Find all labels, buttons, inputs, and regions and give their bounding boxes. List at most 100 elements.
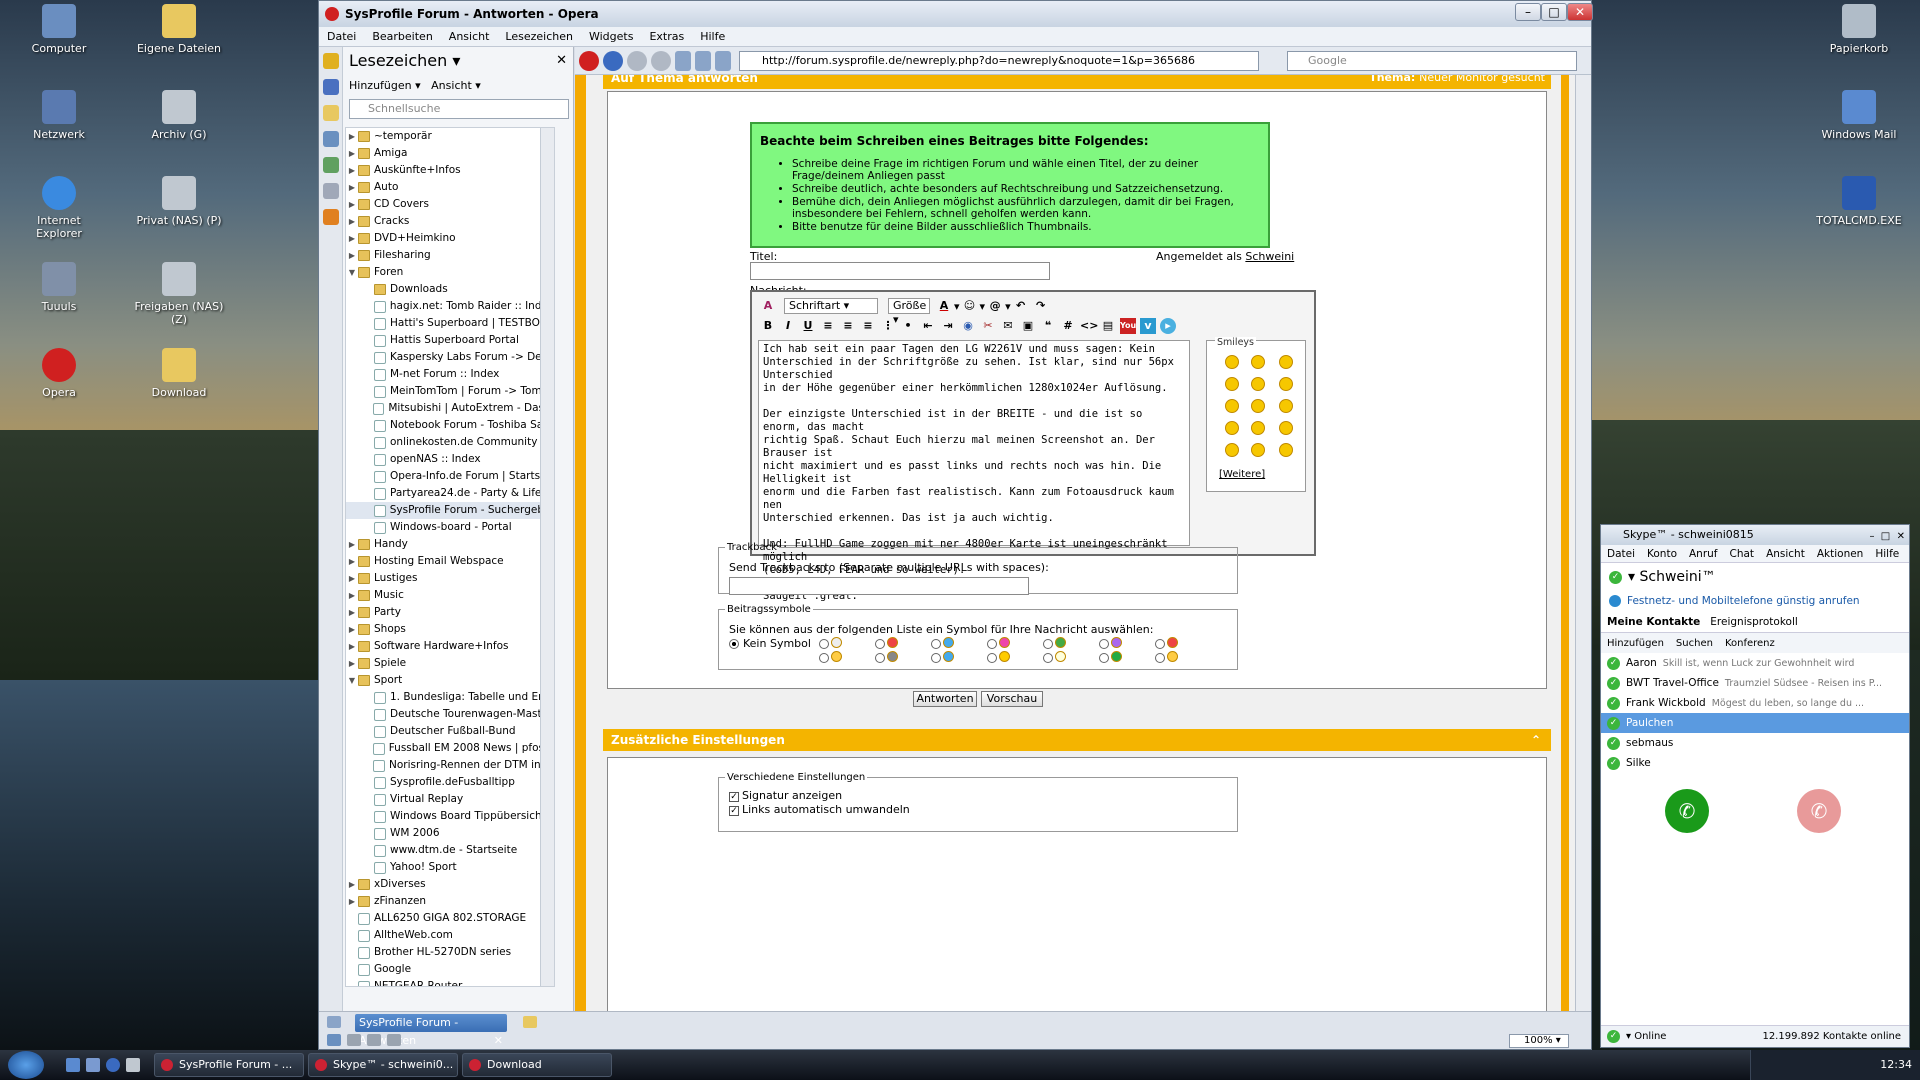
bookmark-item[interactable]: ▶ Auskünfte+Infos	[346, 162, 554, 179]
skype-menu-hilfe[interactable]: Hilfe	[1875, 545, 1899, 562]
skype-menu-chat[interactable]: Chat	[1730, 545, 1755, 562]
bookmark-item[interactable]: Yahoo! Sport	[346, 859, 554, 876]
status-text[interactable]: Online	[1634, 1031, 1666, 1042]
zoom-select[interactable]: 100% ▾	[1509, 1034, 1569, 1048]
bookmark-item[interactable]: Mitsubishi | AutoExtrem - Das...	[346, 400, 554, 417]
menu-hilfe[interactable]: Hilfe	[692, 30, 733, 43]
desktop-icon-windows-mail[interactable]: Windows Mail	[1814, 90, 1904, 141]
chevron-right-icon[interactable]: ▶	[346, 876, 358, 893]
desktop-icon-download[interactable]: Download	[134, 348, 224, 399]
search-field[interactable]: Google	[1287, 51, 1577, 71]
info-panel-icon[interactable]	[322, 209, 339, 225]
transfers-panel-icon[interactable]	[322, 131, 339, 147]
smiley-icon[interactable]: ☺	[962, 298, 978, 314]
contact-item[interactable]: ✓ Frank Wickbold Mögest du leben, so lange…	[1601, 693, 1909, 713]
desktop-icon-privat[interactable]: Privat (NAS) (P)	[134, 176, 224, 227]
skype-profile[interactable]: ✓ ▾ Schweini™	[1601, 563, 1909, 591]
tab-event-log[interactable]: Ereignisprotokoll	[1710, 616, 1798, 628]
tools-icon[interactable]	[347, 1034, 361, 1046]
email-icon[interactable]: ✉	[1000, 318, 1016, 334]
stop-icon[interactable]	[579, 51, 599, 71]
notes-panel-icon[interactable]	[322, 105, 339, 121]
bookmark-item[interactable]: ▶ Hosting Email Webspace	[346, 553, 554, 570]
bookmark-item[interactable]: 1. Bundesliga: Tabelle und Er...	[346, 689, 554, 706]
bookmark-item[interactable]: ▶ Auto	[346, 179, 554, 196]
taskbar-skype[interactable]: Skype™ - schweini0...	[308, 1053, 458, 1077]
printer-quicklaunch-icon[interactable]	[126, 1058, 140, 1072]
attach-icon[interactable]: @	[987, 298, 1003, 314]
bookmark-item[interactable]: ▶ Music	[346, 587, 554, 604]
desktop-icon-tuuuls[interactable]: Tuuuls	[14, 262, 104, 313]
bookmark-item[interactable]: Windows Board Tippübersicht	[346, 808, 554, 825]
smiley-icon[interactable]	[1279, 399, 1293, 413]
outdent-icon[interactable]: ⇤	[920, 318, 936, 334]
minimize-button[interactable]: –	[1515, 3, 1541, 21]
bookmark-item[interactable]: onlinekosten.de Community	[346, 434, 554, 451]
bookmark-item[interactable]: Fussball EM 2008 News | pfos...	[346, 740, 554, 757]
page-scrollbar[interactable]	[1575, 75, 1591, 1011]
post-icon-radio[interactable]	[1155, 653, 1165, 663]
unlink-icon[interactable]: ✂	[980, 318, 996, 334]
chevron-right-icon[interactable]: ▶	[346, 570, 358, 587]
extra-settings-header[interactable]: Zusätzliche Einstellungen ⌃	[603, 729, 1551, 751]
underline-icon[interactable]: U	[800, 318, 816, 334]
more-smileys-link[interactable]: [Weitere]	[1219, 469, 1265, 480]
signature-checkbox[interactable]: ✓	[729, 792, 739, 802]
skype-menu-datei[interactable]: Datei	[1607, 545, 1635, 562]
tab-contacts[interactable]: Meine Kontakte	[1607, 616, 1700, 628]
desktop-icon-archiv[interactable]: Archiv (G)	[134, 90, 224, 141]
skype-menu-anruf[interactable]: Anruf	[1689, 545, 1718, 562]
media-icon[interactable]: ▸	[1160, 318, 1176, 334]
close-panel-icon[interactable]: ✕	[556, 53, 567, 68]
bookmark-item[interactable]: Windows-board - Portal	[346, 519, 554, 536]
bookmark-item[interactable]: ▶ Software Hardware+Infos	[346, 638, 554, 655]
post-icon-radio[interactable]	[875, 639, 885, 649]
bookmark-item[interactable]: ▶ Cracks	[346, 213, 554, 230]
clock[interactable]: 12:34	[1880, 1058, 1912, 1071]
post-icon-radio-none[interactable]	[729, 639, 739, 649]
bookmark-scrollbar[interactable]	[540, 128, 554, 986]
skype-promo[interactable]: Festnetz- und Mobiltelefone günstig anru…	[1601, 591, 1909, 611]
bookmark-item[interactable]: ▶ Party	[346, 604, 554, 621]
widgets-panel-icon[interactable]	[322, 79, 339, 95]
menu-extras[interactable]: Extras	[641, 30, 692, 43]
align-right-icon[interactable]: ≡	[860, 318, 876, 334]
chevron-right-icon[interactable]: ▶	[346, 247, 358, 264]
post-icon-radio[interactable]	[1099, 639, 1109, 649]
links-checkbox[interactable]: ✓	[729, 806, 739, 816]
desktop-icon-totalcmd[interactable]: TOTALCMD.EXE	[1814, 176, 1904, 227]
call-button[interactable]: ✆	[1665, 789, 1709, 833]
add-bookmark-button[interactable]: Hinzufügen ▾	[349, 79, 421, 92]
smiley-icon[interactable]	[1251, 355, 1265, 369]
bookmark-item[interactable]: ▶ Shops	[346, 621, 554, 638]
address-bar[interactable]: http://forum.sysprofile.de/newreply.php?…	[739, 51, 1259, 71]
trash-tab-icon[interactable]	[523, 1016, 537, 1028]
image-icon[interactable]: ▣	[1020, 318, 1036, 334]
smiley-icon[interactable]	[1251, 399, 1265, 413]
ie-quicklaunch-icon[interactable]	[106, 1058, 120, 1072]
chevron-right-icon[interactable]: ▶	[346, 655, 358, 672]
bookmarks-panel-icon[interactable]	[322, 53, 339, 69]
home-icon[interactable]	[695, 51, 711, 71]
menu-bearbeiten[interactable]: Bearbeiten	[364, 30, 440, 43]
menu-widgets[interactable]: Widgets	[581, 30, 641, 43]
chevron-right-icon[interactable]: ▶	[346, 213, 358, 230]
font-color-icon[interactable]: A	[936, 298, 952, 314]
bookmark-item[interactable]: Deutscher Fußball-Bund	[346, 723, 554, 740]
skype-window-controls[interactable]: – □ ✕	[1869, 527, 1905, 547]
chevron-right-icon[interactable]: ▶	[346, 145, 358, 162]
bookmark-item[interactable]: ALL6250 GIGA 802.STORAGE	[346, 910, 554, 927]
html-icon[interactable]: <>	[1080, 318, 1098, 334]
fast-forward-icon[interactable]	[651, 51, 671, 71]
bookmark-item[interactable]: WM 2006	[346, 825, 554, 842]
chevron-right-icon[interactable]: ▶	[346, 638, 358, 655]
post-icon-radio[interactable]	[819, 639, 829, 649]
desktop-icon-opera[interactable]: Opera	[14, 348, 104, 399]
chevron-right-icon[interactable]: ▶	[346, 196, 358, 213]
forward-icon[interactable]	[627, 51, 647, 71]
desktop-icon-netzwerk[interactable]: Netzwerk	[14, 90, 104, 141]
post-icon-radio[interactable]	[1155, 639, 1165, 649]
option-links[interactable]: ✓ Links automatisch umwandeln	[729, 803, 910, 816]
desktop-icon-internet-explorer[interactable]: Internet Explorer	[14, 176, 104, 240]
chevron-down-icon[interactable]: ▼	[346, 264, 358, 281]
